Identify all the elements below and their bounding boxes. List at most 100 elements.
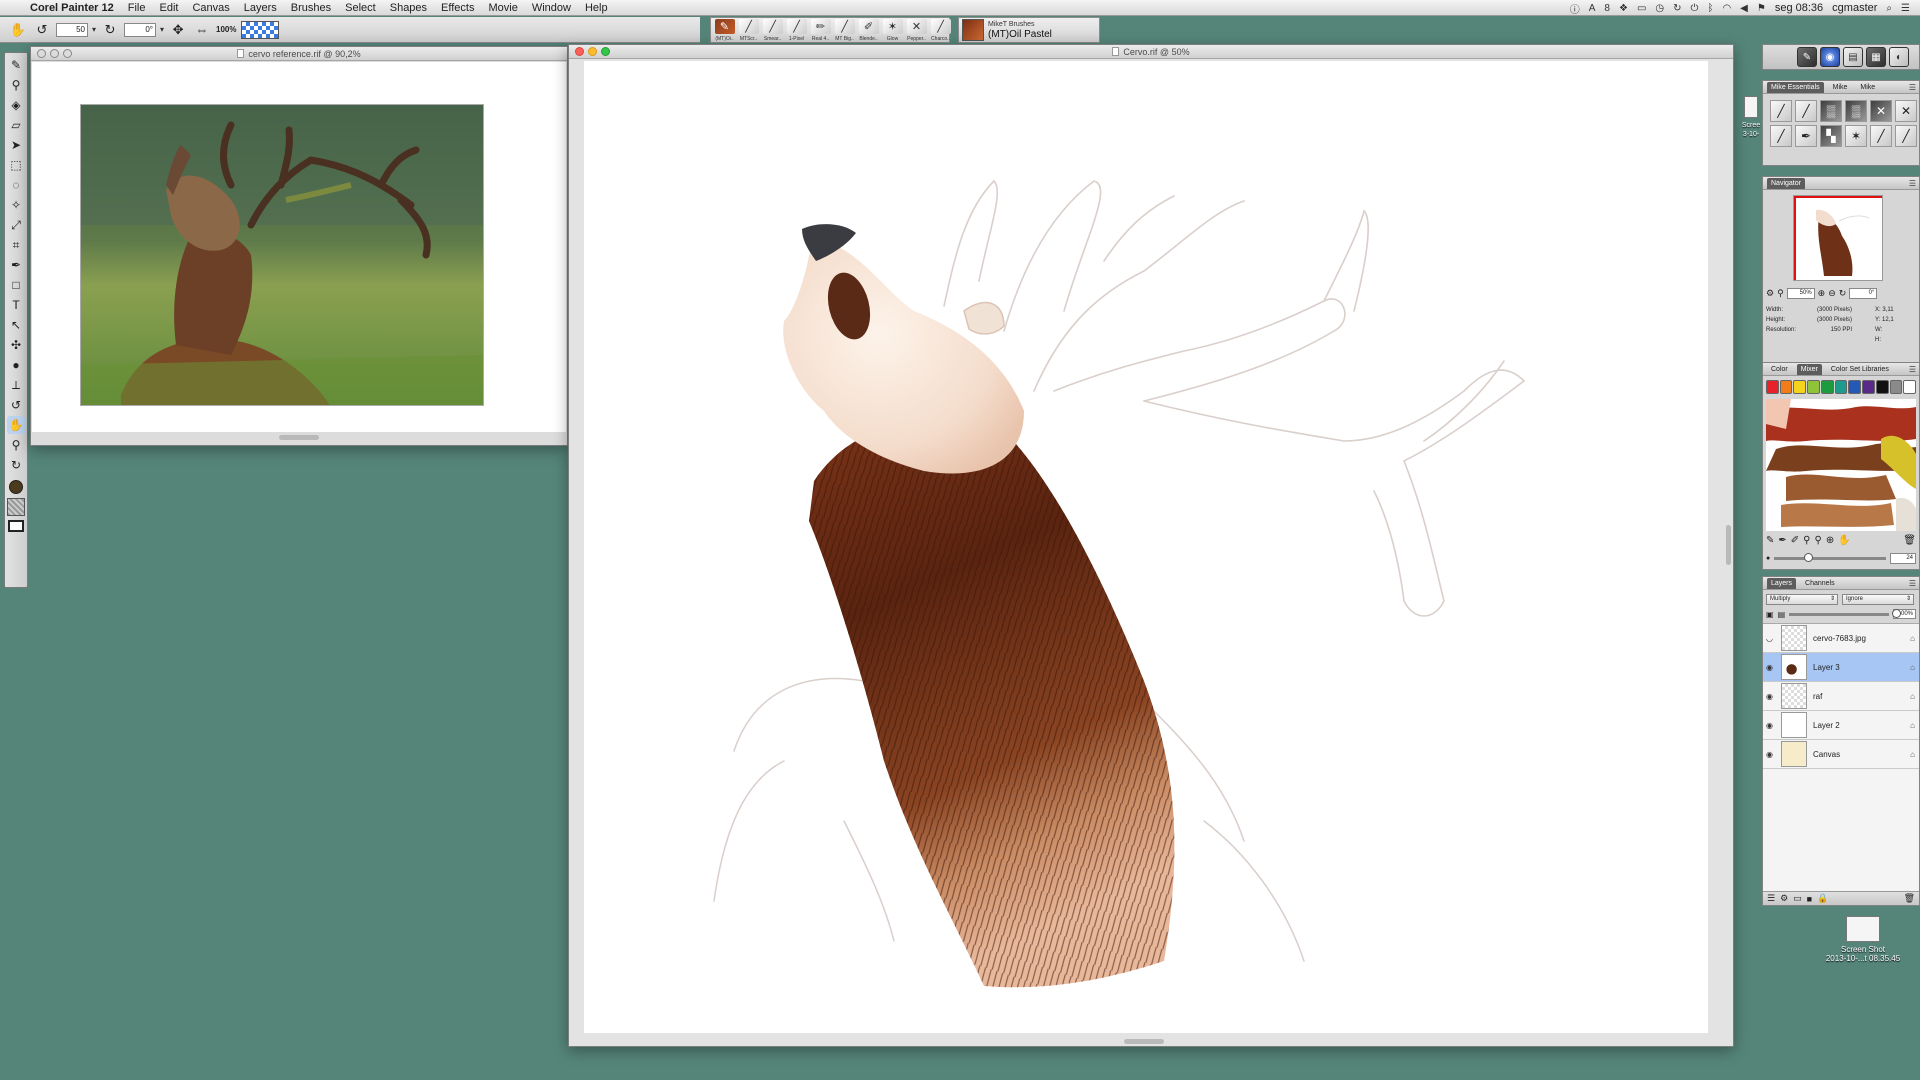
recent-brush-scratch-brush[interactable]: ╱ MTScr..	[737, 19, 760, 42]
lock-layer-icon[interactable]: 🔒	[1817, 893, 1828, 904]
zoom-percent[interactable]: 100%	[216, 25, 236, 34]
brush-preset-icon[interactable]: ✶	[1845, 125, 1867, 147]
preserve-transparency-icon[interactable]: ▣	[1766, 610, 1774, 619]
tab-color-set-libraries[interactable]: Color Set Libraries	[1827, 364, 1893, 375]
eye-closed-icon[interactable]: ◡	[1766, 634, 1778, 643]
new-group-icon[interactable]: ▭	[1793, 893, 1802, 904]
navigator-thumbnail[interactable]	[1793, 195, 1883, 281]
pan-icon[interactable]: ✋	[1838, 535, 1850, 546]
navigator-angle-field[interactable]: 0°	[1849, 288, 1878, 299]
delete-layer-icon[interactable]: 🗑	[1904, 893, 1915, 904]
desktop-screenshot-file[interactable]: Screen Shot 2013-10-...t 08.35.45	[1818, 916, 1908, 963]
time-machine-icon[interactable]: ◷	[1655, 3, 1664, 14]
menu-effects[interactable]: Effects	[441, 2, 474, 14]
paper-icon[interactable]: ▤	[1843, 47, 1863, 67]
dirty-brush-icon[interactable]: ✎	[1766, 535, 1774, 546]
angle-field[interactable]: 0°	[124, 22, 157, 37]
menu-edit[interactable]: Edit	[160, 2, 179, 14]
recent-brush-real-brush[interactable]: ✏ Real 4..	[809, 19, 832, 42]
panel-menu-icon[interactable]: ☰	[1909, 179, 1916, 188]
mixer-color-swatch[interactable]	[1807, 380, 1820, 394]
help-circle-icon[interactable]: ⓘ	[1570, 1, 1580, 16]
clock[interactable]: seg 08:36	[1775, 2, 1823, 14]
tab-layers[interactable]: Layers	[1767, 577, 1797, 589]
dynamic-plugins-icon[interactable]: ⚙	[1780, 893, 1788, 904]
tab-color[interactable]: Color	[1767, 364, 1792, 375]
dropbox-icon[interactable]: ❖	[1619, 3, 1628, 14]
menu-file[interactable]: File	[128, 2, 146, 14]
mixer-slider-knob[interactable]	[1803, 553, 1813, 562]
rotate-page-icon[interactable]: ↺	[32, 20, 52, 40]
actual-size-icon[interactable]: ⇔	[192, 20, 212, 40]
composite-depth-select[interactable]: Ignore	[1842, 594, 1914, 605]
recent-brush-pepper-brush[interactable]: ✕ Pepper..	[905, 19, 928, 42]
rectangle-shape-icon[interactable]: □	[7, 276, 25, 294]
brush-variant-thumbnail[interactable]	[962, 19, 984, 41]
size-field[interactable]: 50	[56, 22, 88, 37]
brush-preset-icon[interactable]: ✒	[1795, 125, 1817, 147]
brush-preset-icon[interactable]: ╱	[1770, 100, 1792, 122]
brush-preset-icon[interactable]: ╱	[1870, 125, 1892, 147]
sync-icon[interactable]: ↻	[1673, 3, 1681, 14]
eye-open-icon[interactable]: ◉	[1766, 721, 1778, 730]
mixer-color-swatch[interactable]	[1820, 380, 1834, 394]
rotate-canvas-icon[interactable]: ↻	[100, 20, 120, 40]
tab-navigator[interactable]: Navigator	[1767, 177, 1805, 189]
minimize-button[interactable]	[50, 49, 59, 58]
recent-brush-charcoal-brush[interactable]: ╱ Charco..	[929, 19, 952, 42]
display-icon[interactable]: ▭	[1637, 3, 1646, 14]
layer-row[interactable]: ◉ Canvas ⌂	[1763, 740, 1919, 769]
adobe-icon[interactable]: A	[1589, 3, 1596, 14]
app-menu[interactable]: Corel Painter 12	[30, 2, 114, 14]
menu-help[interactable]: Help	[585, 2, 608, 14]
mixer-color-swatch[interactable]	[1779, 380, 1793, 394]
dodge-tool-icon[interactable]: ●	[7, 356, 25, 374]
reference-canvas[interactable]	[32, 62, 566, 432]
screen-mode-icon[interactable]	[8, 520, 24, 532]
size-dropdown-icon[interactable]: ▾	[92, 25, 96, 34]
mirror-tool-icon[interactable]: ⟂	[7, 376, 25, 394]
zoom-in-icon[interactable]: ⊕	[1818, 288, 1826, 299]
grabber-tool-icon[interactable]: ✋	[7, 416, 25, 434]
recent-brush-big-brush[interactable]: ╱ MT Big..	[833, 19, 856, 42]
layer-row[interactable]: ◉ raf ⌂	[1763, 682, 1919, 711]
eye-open-icon[interactable]: ◉	[1766, 692, 1778, 701]
zoom-button[interactable]	[63, 49, 72, 58]
zoom-out-icon[interactable]: ⊖	[1828, 288, 1836, 299]
paint-bucket-icon[interactable]: ◈	[7, 96, 25, 114]
clone-tool-icon[interactable]: ✣	[7, 336, 25, 354]
panel-menu-icon[interactable]: ☰	[1909, 83, 1916, 92]
recent-brush-smear-brush[interactable]: ╱ Smear..	[761, 19, 784, 42]
recent-brush-glow-brush[interactable]: ✶ Glow	[881, 19, 904, 42]
pen-tool-icon[interactable]: ✒	[7, 256, 25, 274]
mixer-color-swatch[interactable]	[1766, 380, 1779, 394]
paper-texture-swatch[interactable]	[240, 20, 279, 39]
tab-channels[interactable]: Channels	[1801, 578, 1839, 589]
mixer-color-swatch[interactable]	[1889, 380, 1903, 394]
rotate-page-tool-icon[interactable]: ↺	[7, 396, 25, 414]
brush-selector[interactable]: MikeT Brushes (MT)Oil Pastel	[958, 17, 1100, 43]
text-tool-icon[interactable]: T	[7, 296, 25, 314]
main-titlebar[interactable]: Cervo.rif @ 50%	[569, 45, 1733, 59]
layer-row[interactable]: ◉ Layer 2 ⌂	[1763, 711, 1919, 740]
lasso-tool-icon[interactable]: ◌	[7, 176, 25, 194]
recent-brush-pixel-brush[interactable]: ╱ 1-Pixel	[785, 19, 808, 42]
notification-list-icon[interactable]: ☰	[1901, 3, 1910, 14]
rectangular-selection-icon[interactable]: ⬚	[7, 156, 25, 174]
layer-mask-icon[interactable]: ■	[1807, 894, 1812, 904]
navigator-view-frame[interactable]	[1794, 196, 1882, 280]
mix-color-icon[interactable]: ✐	[1791, 535, 1799, 546]
apply-color-icon[interactable]: ✒	[1778, 535, 1786, 546]
menu-window[interactable]: Window	[532, 2, 571, 14]
mixer-color-swatch[interactable]	[1875, 380, 1889, 394]
fit-window-icon[interactable]: ✥	[168, 20, 188, 40]
recent-brush-oil-brush[interactable]: ✎ (MT)Oi..	[713, 19, 736, 42]
panel-menu-icon[interactable]: ☰	[1909, 579, 1916, 588]
menu-movie[interactable]: Movie	[488, 2, 517, 14]
tab-mike-essentials[interactable]: Mike Essentials	[1767, 81, 1824, 93]
crop-tool-icon[interactable]: ⌗	[7, 236, 25, 254]
navigator-zoom-icon[interactable]: ⚲	[1777, 288, 1784, 299]
mixer-color-swatch[interactable]	[1903, 380, 1917, 394]
brush-preset-icon[interactable]: ╱	[1770, 125, 1792, 147]
tab-mike-2[interactable]: Mike	[1856, 82, 1879, 93]
